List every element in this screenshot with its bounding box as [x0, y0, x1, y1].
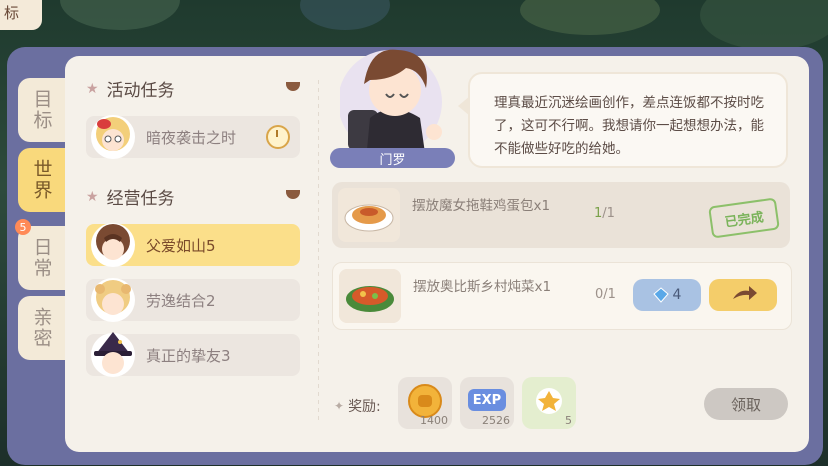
dish-thumbnail: [339, 269, 401, 323]
tab-world[interactable]: 世界: [18, 148, 66, 212]
daily-badge: 5: [15, 219, 31, 235]
sparkle-icon: ✦: [334, 399, 345, 413]
completed-stamp: 已完成: [708, 197, 780, 239]
claim-button[interactable]: 领取: [704, 388, 788, 420]
goal-item-stew: 摆放奥比斯乡村炖菜x1 0/1 4: [332, 262, 792, 330]
goto-button[interactable]: [709, 279, 777, 311]
star-icon: ★: [86, 188, 99, 205]
reward-coin[interactable]: 1400: [398, 377, 452, 429]
avatar: [91, 332, 135, 377]
tab-goals[interactable]: 目标: [18, 78, 66, 142]
speech-bubble: 理真最近沉迷绘画创作，差点连饭都不按时吃了，这可不行啊。我想请你一起想想办法，能…: [468, 72, 788, 168]
clock-icon: [266, 125, 290, 149]
goal-text: 摆放奥比斯乡村炖菜x1: [413, 279, 552, 295]
reward-exp[interactable]: EXP 2526: [460, 377, 514, 429]
avatar: [91, 223, 135, 267]
avatar: [91, 115, 135, 159]
dish-thumbnail: [338, 188, 400, 242]
rewards-label: ✦ 奖励:: [334, 399, 381, 415]
exp-icon: EXP: [468, 389, 506, 411]
goal-text: 摆放魔女拖鞋鸡蛋包x1: [412, 198, 551, 214]
task-item-true-friend[interactable]: 真正的挚友3: [86, 332, 300, 377]
task-item-night-raid[interactable]: 暗夜袭击之时: [86, 115, 300, 159]
npc-name-tag: 门罗: [330, 148, 455, 168]
tab-daily[interactable]: 日常: [18, 226, 66, 290]
star-icon: ★: [86, 80, 99, 97]
arrow-right-icon: [733, 286, 757, 300]
column-divider: [318, 80, 319, 420]
corner-tab[interactable]: 标: [0, 0, 42, 30]
gem-buy-button[interactable]: 4: [633, 279, 701, 311]
diamond-icon: [652, 287, 669, 303]
avatar: [91, 278, 135, 322]
tab-intimacy[interactable]: 亲密: [18, 296, 66, 360]
goal-progress: 0/1: [595, 287, 616, 302]
goal-progress: 1/1: [594, 206, 615, 221]
goal-item-omelette: 摆放魔女拖鞋鸡蛋包x1 1/1 已完成: [332, 182, 790, 248]
section-business-header: ★ 经营任务: [86, 188, 175, 210]
section-activity-header: ★ 活动任务: [86, 80, 175, 102]
task-item-work-rest[interactable]: 劳逸结合2: [86, 278, 300, 322]
task-item-fathers-love[interactable]: 父爱如山5: [86, 223, 300, 267]
npc-portrait: [340, 49, 442, 160]
reward-cookie[interactable]: 5: [522, 377, 576, 429]
